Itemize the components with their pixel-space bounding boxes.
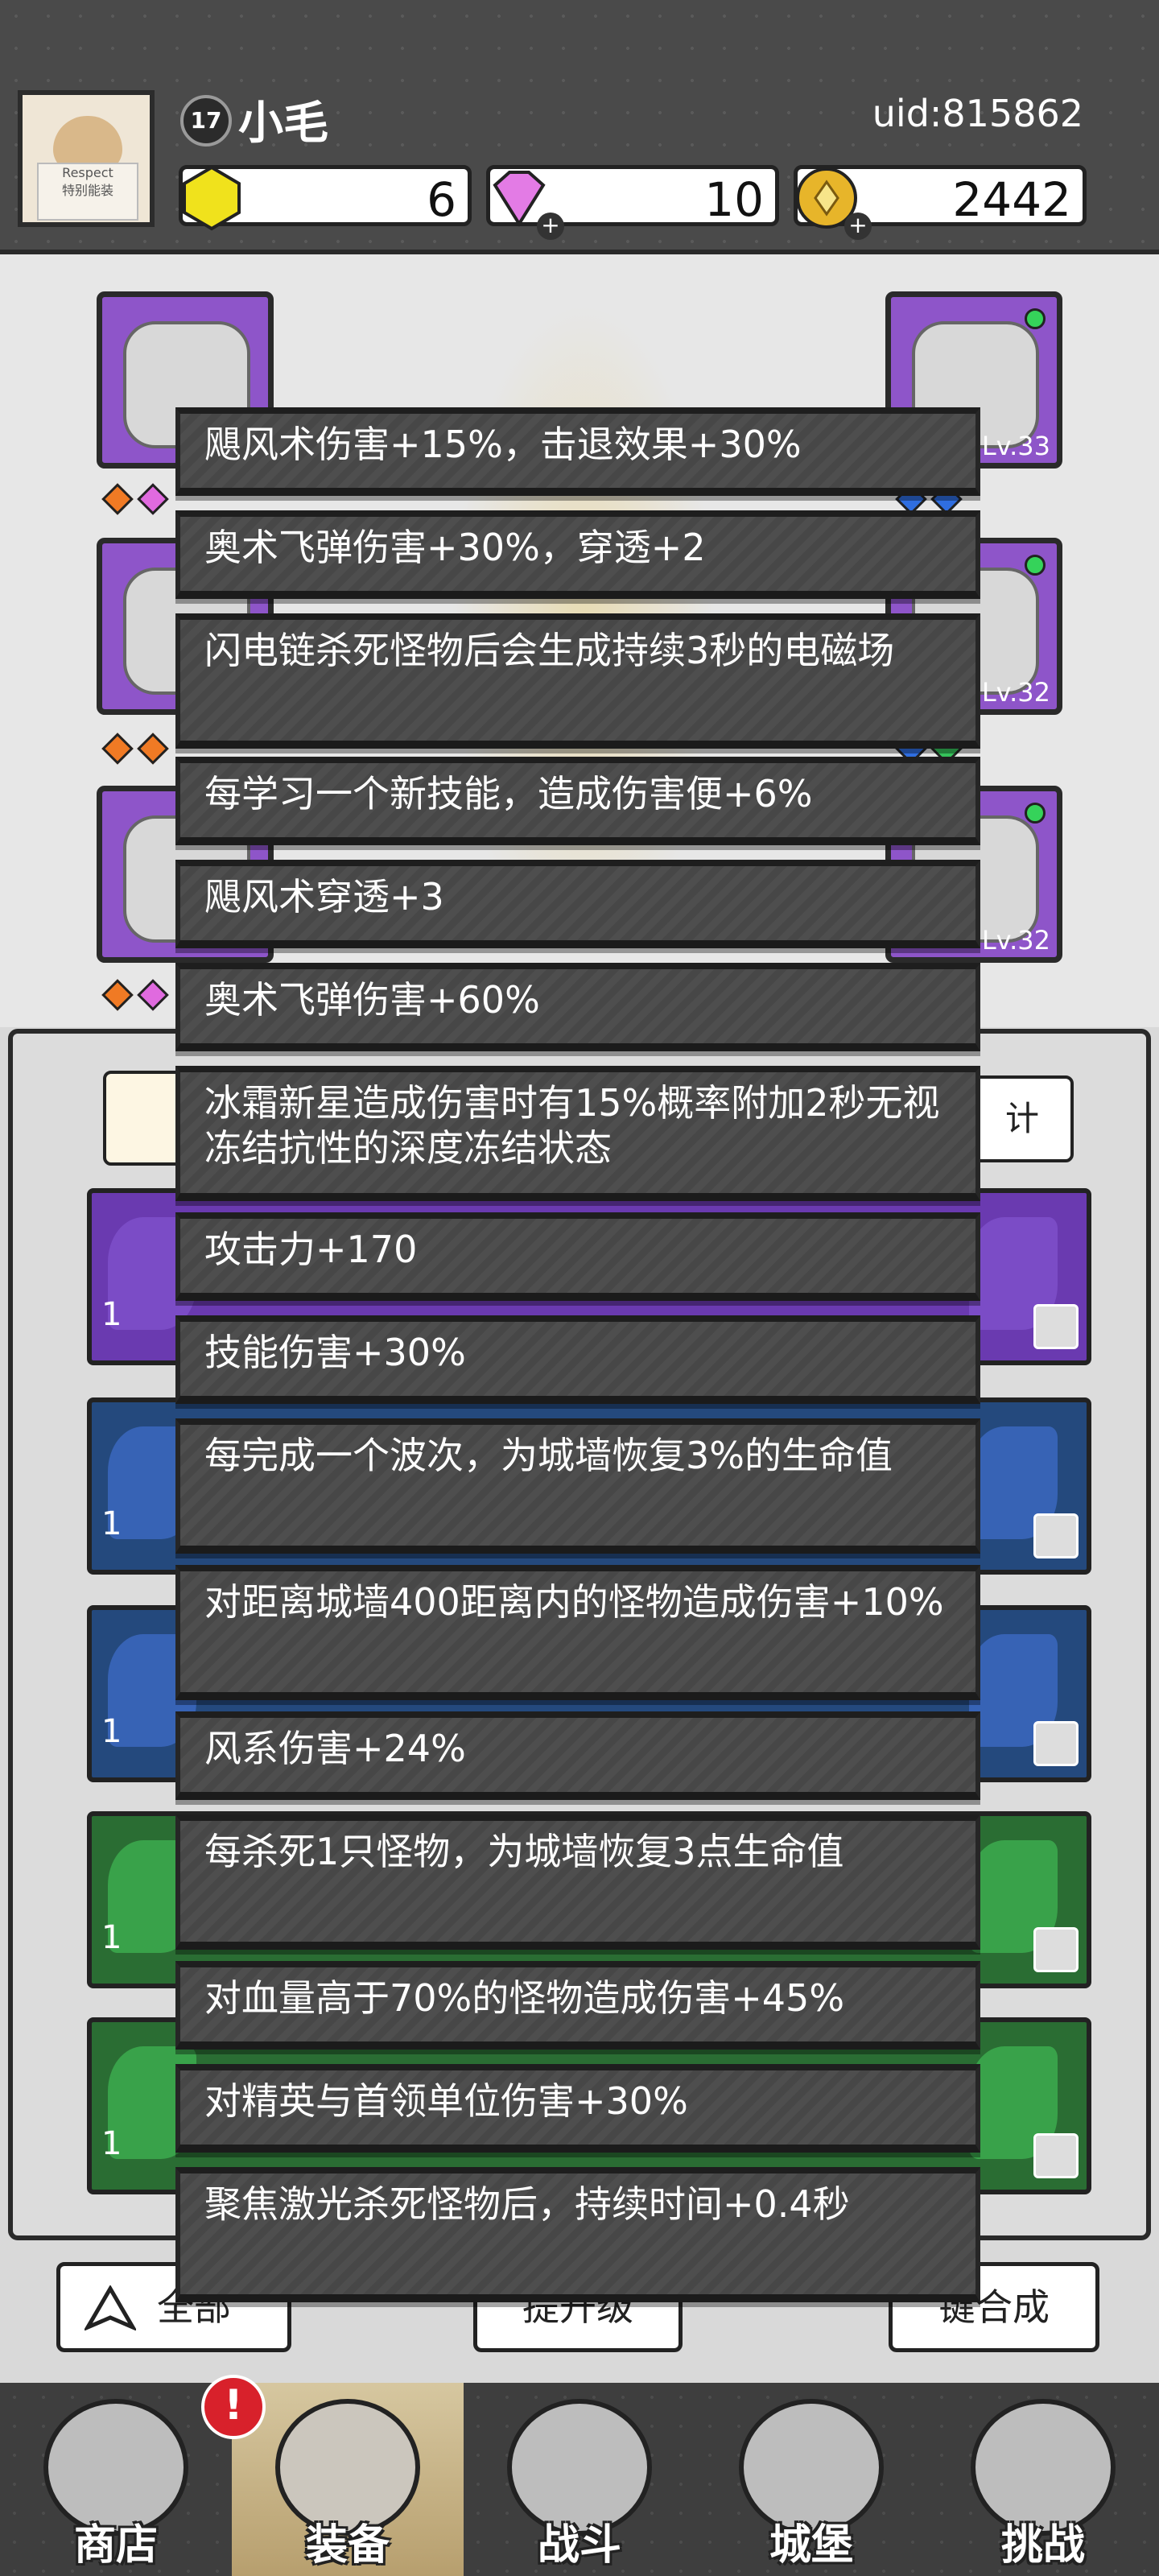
ring-icon: [1033, 1721, 1079, 1766]
triangle-icon: [85, 2285, 136, 2330]
nav-castle[interactable]: 城堡: [695, 2383, 927, 2576]
skill-entry: 奥术飞弹伤害+30%，穿透+2: [175, 510, 980, 599]
upgrade-dot: [1025, 803, 1046, 824]
skill-entry: 飓风术穿透+3: [175, 860, 980, 948]
coin-resource: + 2442: [794, 165, 1087, 240]
skill-entry: 技能伤害+30%: [175, 1315, 980, 1404]
gem-row: [100, 483, 171, 520]
slot-level: Lv.32: [981, 925, 1050, 956]
avatar-text-2: 特别能装: [61, 183, 113, 198]
avatar-text-1: Respect: [62, 165, 113, 180]
diamond-resource: + 10: [486, 165, 779, 240]
bottom-nav: 商店 装备 ! 战斗 城堡 挑战: [0, 2375, 1159, 2576]
skill-entry: 聚焦激光杀死怪物后，持续时间+0.4秒: [175, 2167, 980, 2302]
skill-entry: 对精英与首领单位伤害+30%: [175, 2064, 980, 2153]
gem-row: [100, 733, 171, 770]
crystal-resource: 6: [179, 165, 472, 231]
plus-icon[interactable]: +: [537, 213, 564, 240]
ring-icon: [1033, 1304, 1079, 1349]
slot-level: Lv.33: [981, 431, 1050, 461]
item-count: 1: [101, 1505, 122, 1542]
skill-entry: 飓风术伤害+15%，击退效果+30%: [175, 407, 980, 496]
item-count: 1: [101, 1919, 122, 1956]
skill-entry: 每杀死1只怪物，为城墙恢复3点生命值: [175, 1814, 980, 1950]
level-badge: 17: [180, 95, 232, 147]
nav-battle-label: 战斗: [537, 2521, 621, 2570]
boots-icon: [1033, 1513, 1079, 1558]
item-count: 1: [101, 1713, 122, 1750]
nav-challenge-label: 挑战: [1000, 2521, 1085, 2570]
item-count: 1: [101, 2125, 122, 2162]
skill-entry: 冰霜新星造成伤害时有15%概率附加2秒无视冻结抗性的深度冻结状态: [175, 1066, 980, 1201]
nav-challenge[interactable]: 挑战: [927, 2383, 1159, 2576]
plus-icon[interactable]: +: [844, 213, 872, 240]
avatar-box: Respect 特别能装: [37, 163, 138, 221]
coin-count: 2442: [952, 172, 1071, 227]
upgrade-dot: [1025, 308, 1046, 329]
skill-entry: 每完成一个波次，为城墙恢复3%的生命值: [175, 1418, 980, 1554]
top-header: Respect 特别能装 17 小毛 uid:815862 6 + 10 + 2…: [0, 0, 1159, 254]
nav-shop[interactable]: 商店: [0, 2383, 232, 2576]
slot-level: Lv.32: [981, 677, 1050, 708]
diamond-count: 10: [704, 172, 764, 227]
armor-icon: [1033, 1927, 1079, 1972]
stats-button[interactable]: 计: [971, 1075, 1074, 1162]
alert-badge: !: [201, 2375, 266, 2439]
gem-row: [100, 979, 171, 1016]
skill-entry: 每学习一个新技能，造成伤害便+6%: [175, 757, 980, 845]
skill-entry: 对血量高于70%的怪物造成伤害+45%: [175, 1961, 980, 2050]
skill-entry: 风系伤害+24%: [175, 1711, 980, 1800]
helmet-icon: [1033, 2133, 1079, 2178]
player-name: 小毛: [238, 97, 328, 150]
skill-entry: 对距离城墙400距离内的怪物造成伤害+10%: [175, 1565, 980, 1700]
nav-shop-label: 商店: [73, 2521, 158, 2570]
skill-entry: 奥术飞弹伤害+60%: [175, 963, 980, 1051]
skill-entry: 闪电链杀死怪物后会生成持续3秒的电磁场: [175, 613, 980, 749]
skill-entry: 攻击力+170: [175, 1212, 980, 1301]
crystal-icon: [183, 165, 241, 231]
avatar[interactable]: Respect 特别能装: [18, 90, 155, 227]
nav-equip-label: 装备: [305, 2521, 390, 2570]
player-uid: uid:815862: [872, 92, 1083, 135]
item-count: 1: [101, 1296, 122, 1333]
nav-battle[interactable]: 战斗: [464, 2383, 695, 2576]
nav-equip[interactable]: 装备: [232, 2383, 464, 2576]
upgrade-dot: [1025, 555, 1046, 576]
nav-castle-label: 城堡: [769, 2521, 853, 2570]
crystal-count: 6: [427, 172, 456, 227]
